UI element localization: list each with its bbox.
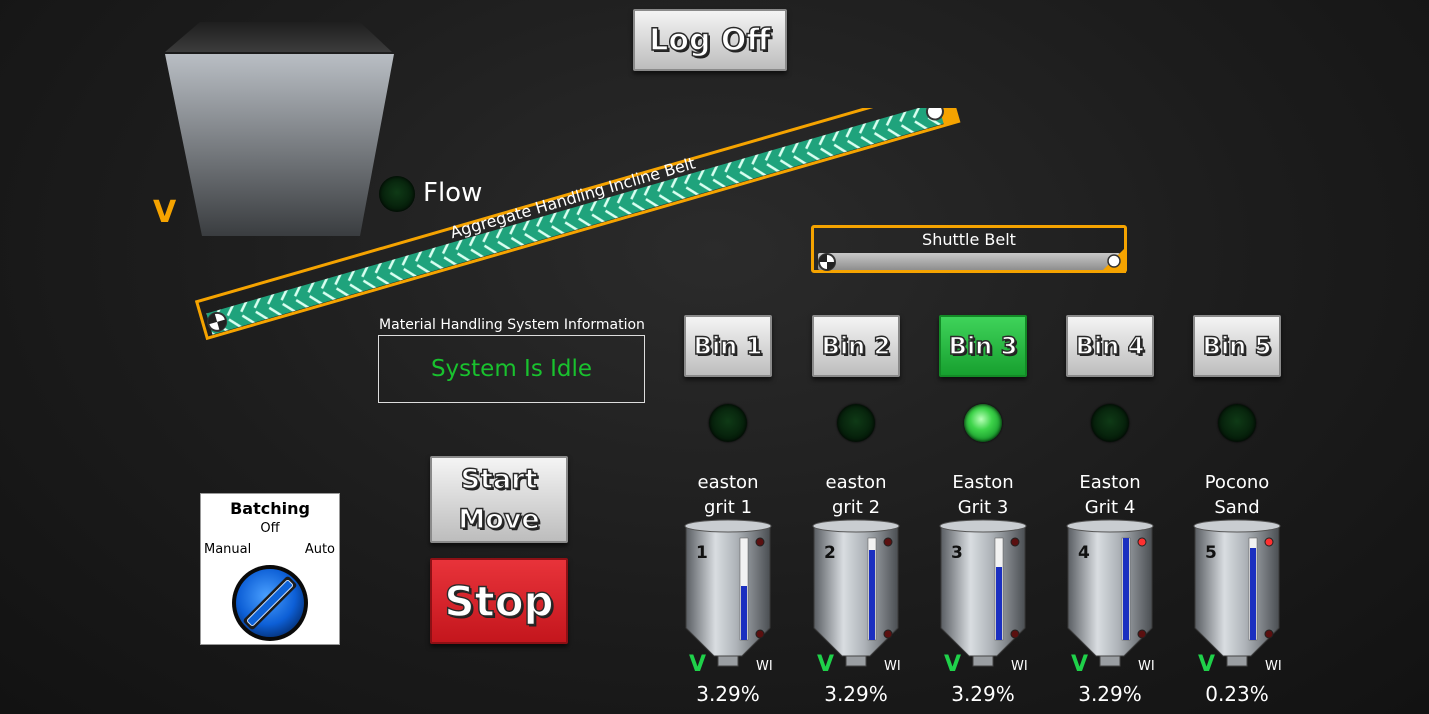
stop-button[interactable]: Stop	[430, 558, 568, 644]
bin-4-material: Easton Grit 4	[1050, 470, 1170, 520]
bin-3-percent: 3.29%	[951, 682, 1015, 706]
log-off-button[interactable]: Log Off	[633, 9, 787, 71]
start-move-line1: Start	[460, 463, 538, 495]
bin-5-lamp	[1218, 404, 1256, 442]
bin-3-wi-label: WI	[1011, 659, 1028, 674]
start-move-line2: Move	[458, 503, 541, 535]
bin-4-v-indicator: V	[1071, 652, 1089, 677]
bin-1-hopper[interactable]	[682, 518, 774, 668]
bin-2-material-line1: easton	[825, 472, 887, 493]
bin-5-v-indicator: V	[1198, 652, 1216, 677]
bin-1-button[interactable]: Bin 1	[684, 315, 772, 377]
batching-off-label: Off	[260, 521, 280, 536]
bin-1-number: 1	[696, 543, 708, 563]
bin-3-button[interactable]: Bin 3	[939, 315, 1027, 377]
bin-3-lamp	[964, 404, 1002, 442]
shuttle-belt[interactable]: Shuttle Belt	[811, 225, 1127, 273]
bin-5-hopper[interactable]	[1191, 518, 1283, 668]
bin-3-level-fill	[996, 567, 1002, 640]
bin-4-number: 4	[1078, 543, 1090, 563]
batching-auto-label: Auto	[304, 542, 335, 557]
bin-4-material-line1: Easton	[1079, 472, 1141, 493]
bin-1-percent: 3.29%	[696, 682, 760, 706]
bin-1-wi-label: WI	[756, 659, 773, 674]
bin-2-wi-label: WI	[884, 659, 901, 674]
info-title: Material Handling System Information	[379, 317, 645, 333]
bin-1-v-indicator: V	[689, 652, 707, 677]
batching-manual-label: Manual	[204, 542, 252, 557]
shuttle-belt-end	[1100, 247, 1126, 273]
bin-2-button[interactable]: Bin 2	[812, 315, 900, 377]
bin-3-number: 3	[951, 543, 963, 563]
batching-title: Batching	[230, 499, 310, 518]
shuttle-belt-pulley-left	[818, 253, 836, 271]
system-status-text: System Is Idle	[430, 356, 593, 382]
bin-5-button[interactable]: Bin 5	[1193, 315, 1281, 377]
bin-4-level-fill	[1123, 538, 1129, 640]
batching-selector[interactable]: Batching Off Manual Auto	[200, 493, 340, 645]
bin-1-material: easton grit 1	[668, 470, 788, 520]
bin-5-percent: 0.23%	[1205, 682, 1269, 706]
bin-3-material-line2: Grit 3	[957, 497, 1009, 518]
bin-5-number: 5	[1205, 543, 1217, 563]
system-status-box: System Is Idle	[378, 335, 645, 403]
bin-4-hopper[interactable]	[1064, 518, 1156, 668]
bin-4-percent: 3.29%	[1078, 682, 1142, 706]
start-move-button[interactable]: Start Move	[430, 456, 568, 543]
bin-5-material: Pocono Sand	[1177, 470, 1297, 520]
shuttle-belt-label: Shuttle Belt	[922, 230, 1016, 249]
bin-4-button[interactable]: Bin 4	[1066, 315, 1154, 377]
bin-2-lamp	[837, 404, 875, 442]
bin-3-material: Easton Grit 3	[923, 470, 1043, 520]
bin-1-material-line2: grit 1	[703, 497, 753, 518]
shuttle-belt-track	[818, 253, 1120, 270]
bin-5-level-fill	[1250, 548, 1256, 640]
bin-2-number: 2	[824, 543, 836, 563]
bin-1-material-line1: easton	[697, 472, 759, 493]
bin-5-wi-label: WI	[1265, 659, 1282, 674]
bin-2-percent: 3.29%	[824, 682, 888, 706]
bin-1-lamp	[709, 404, 747, 442]
batching-knob-icon[interactable]	[230, 563, 310, 643]
bin-3-hopper[interactable]	[937, 518, 1029, 668]
bin-3-material-line1: Easton	[952, 472, 1014, 493]
bin-5-material-line2: Sand	[1214, 497, 1260, 518]
bin-5-material-line1: Pocono	[1204, 472, 1270, 493]
bin-3-v-indicator: V	[944, 652, 962, 677]
bin-2-hopper[interactable]	[810, 518, 902, 668]
bin-4-wi-label: WI	[1138, 659, 1155, 674]
bin-4-lamp	[1091, 404, 1129, 442]
bin-2-material-line2: grit 2	[831, 497, 881, 518]
feeder-v-indicator: V	[153, 195, 177, 230]
bin-4-material-line2: Grit 4	[1084, 497, 1136, 518]
bin-1-level-fill	[741, 586, 747, 640]
bin-2-level-fill	[869, 550, 875, 640]
bin-2-v-indicator: V	[817, 652, 835, 677]
bin-2-material: easton grit 2	[796, 470, 916, 520]
